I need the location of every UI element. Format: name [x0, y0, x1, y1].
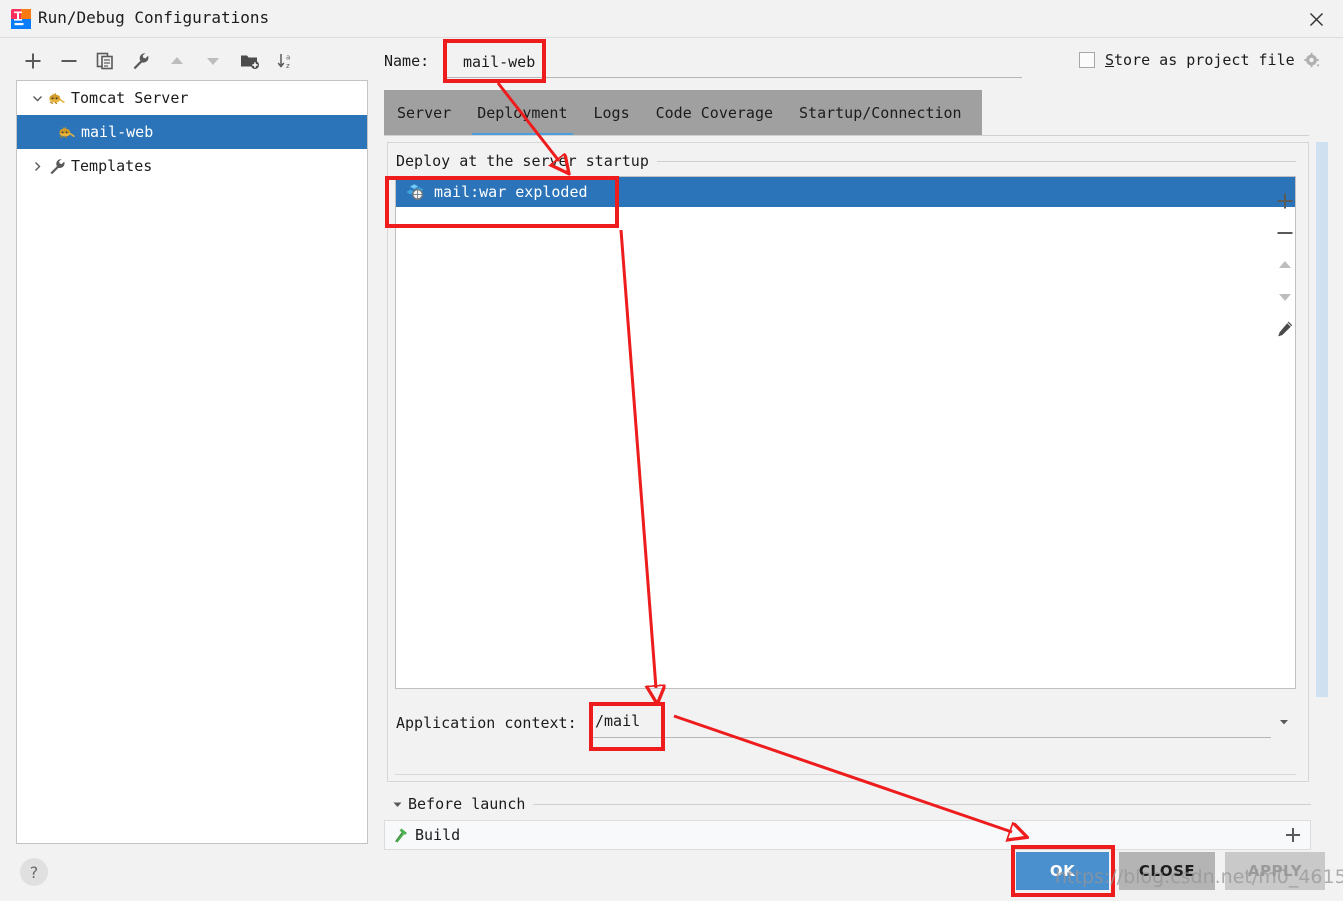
- tabbar-divider: [384, 135, 1309, 136]
- sort-alpha-icon: a z: [277, 54, 290, 70]
- copy-icon: [96, 52, 113, 70]
- new-folder-button[interactable]: [232, 46, 266, 76]
- artifact-side-toolbar: [1268, 180, 1302, 685]
- store-as-project-file-label: Store as project file: [1105, 51, 1295, 69]
- arrow-up-icon: [171, 57, 183, 64]
- application-context-input[interactable]: [591, 706, 1271, 738]
- deployment-artifacts-list: mail:war exploded: [395, 176, 1296, 689]
- sort-configurations-button[interactable]: a z: [268, 46, 302, 76]
- add-configuration-button[interactable]: [16, 46, 50, 76]
- minus-icon: [1277, 232, 1293, 234]
- minus-icon: [61, 60, 77, 62]
- run-debug-configurations-dialog: Run/Debug Configurations a z Tomcat Serv…: [0, 0, 1343, 901]
- edit-artifact-button[interactable]: [1270, 316, 1300, 342]
- plus-icon: [25, 53, 41, 69]
- plus-icon: [1286, 828, 1300, 842]
- add-artifact-button[interactable]: [1270, 188, 1300, 214]
- tree-item-tomcat-server[interactable]: Tomcat Server: [17, 81, 367, 115]
- svg-text:a: a: [286, 54, 290, 62]
- configuration-tabs: Server Deployment Logs Code Coverage Sta…: [384, 90, 982, 136]
- svg-text:z: z: [286, 62, 290, 70]
- pencil-icon: [1278, 321, 1293, 337]
- name-input[interactable]: [447, 48, 1022, 78]
- tree-item-label: Templates: [71, 157, 153, 175]
- tree-item-label: Tomcat Server: [71, 89, 189, 107]
- copy-configuration-button[interactable]: [88, 46, 122, 76]
- plus-icon: [1277, 193, 1293, 209]
- title-bar: Run/Debug Configurations: [0, 0, 1343, 38]
- help-button[interactable]: ?: [20, 858, 48, 886]
- artifact-list: mail:war exploded: [396, 177, 1295, 688]
- configurations-toolbar: a z: [16, 44, 368, 78]
- store-mnemonic: S: [1105, 51, 1115, 69]
- ok-button[interactable]: OK: [1016, 852, 1109, 890]
- before-launch-task-list: Build: [384, 820, 1311, 850]
- arrow-up-icon: [1279, 261, 1291, 268]
- tab-code-coverage[interactable]: Code Coverage: [643, 90, 786, 136]
- tree-item-label: mail-web: [81, 123, 154, 141]
- right-pane-scrollbar-thumb[interactable]: [1316, 142, 1328, 697]
- application-context-label: Application context:: [396, 714, 577, 732]
- configurations-tree: Tomcat Server mail-web Templates: [16, 80, 368, 844]
- move-artifact-up-button[interactable]: [1270, 252, 1300, 278]
- intellij-idea-icon: [11, 9, 31, 29]
- tomcat-icon: [47, 89, 67, 107]
- wrench-icon: [133, 52, 149, 70]
- edit-templates-button[interactable]: [124, 46, 158, 76]
- deploy-section-title: Deploy at the server startup: [396, 152, 657, 170]
- tab-server[interactable]: Server: [384, 90, 464, 136]
- store-as-project-file-checkbox[interactable]: [1079, 52, 1095, 68]
- before-launch-title: Before launch: [408, 795, 534, 813]
- arrow-down-icon: [1279, 294, 1291, 301]
- tab-deployment[interactable]: Deployment: [464, 90, 580, 136]
- application-context-dropdown-button[interactable]: [1272, 708, 1296, 736]
- tab-startup-connection[interactable]: Startup/Connection: [786, 90, 975, 136]
- window-title: Run/Debug Configurations: [38, 8, 270, 27]
- before-launch-task-label: Build: [415, 826, 461, 844]
- store-label-rest: tore as project file: [1114, 51, 1295, 69]
- tomcat-icon: [57, 123, 77, 141]
- move-down-button[interactable]: [196, 46, 230, 76]
- move-artifact-down-button[interactable]: [1270, 284, 1300, 310]
- move-up-button[interactable]: [160, 46, 194, 76]
- folder-add-icon: [240, 55, 259, 69]
- tree-item-templates[interactable]: Templates: [17, 149, 367, 183]
- artifact-row-mail-war-exploded[interactable]: mail:war exploded: [396, 177, 1295, 207]
- tab-logs[interactable]: Logs: [581, 90, 643, 136]
- build-hammer-icon: [391, 827, 411, 843]
- close-button[interactable]: CLOSE: [1119, 852, 1215, 890]
- remove-artifact-button[interactable]: [1270, 220, 1300, 246]
- tree-item-mail-web[interactable]: mail-web: [17, 115, 367, 149]
- question-mark-icon: ?: [29, 862, 39, 882]
- before-launch-divider: [408, 804, 1311, 805]
- gear-icon[interactable]: [1303, 52, 1321, 70]
- artifact-war-exploded-icon: [406, 182, 428, 202]
- remove-configuration-button[interactable]: [52, 46, 86, 76]
- chevron-right-icon[interactable]: [27, 156, 47, 176]
- arrow-down-icon: [207, 58, 219, 65]
- triangle-down-icon[interactable]: [390, 797, 404, 811]
- name-label: Name:: [384, 52, 430, 70]
- chevron-down-icon[interactable]: [27, 88, 47, 108]
- chevron-down-icon: [1280, 720, 1288, 725]
- artifact-label: mail:war exploded: [434, 183, 588, 201]
- before-launch-task-build[interactable]: Build: [385, 821, 1310, 849]
- wrench-icon: [47, 157, 67, 175]
- close-icon[interactable]: [1303, 7, 1329, 31]
- add-before-launch-task-button[interactable]: [1282, 824, 1304, 846]
- apply-button: APPLY: [1225, 852, 1325, 890]
